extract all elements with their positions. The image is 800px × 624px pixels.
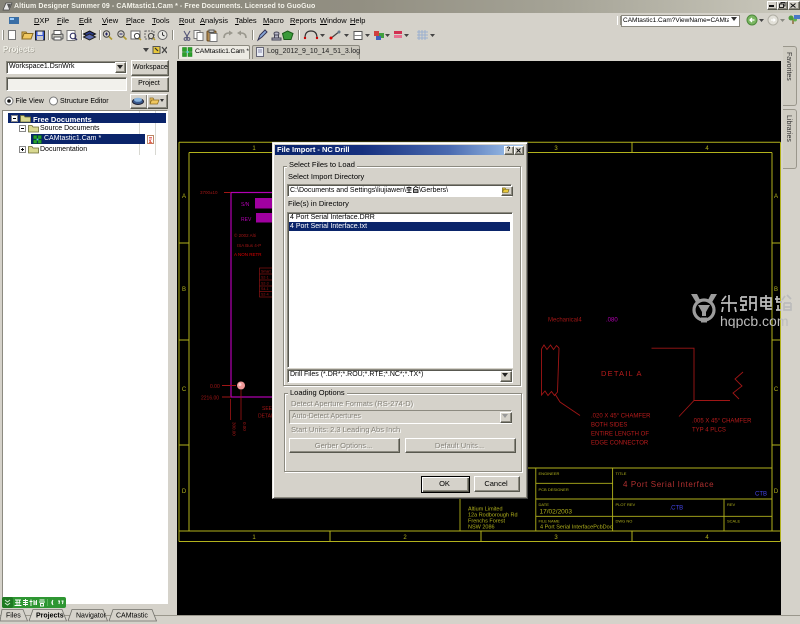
svg-text:4 Port Serial Interface: 4 Port Serial Interface: [623, 480, 714, 489]
svg-text:EDGE CONNECTOR: EDGE CONNECTOR: [591, 441, 649, 447]
svg-text:SCALE: SCALE: [727, 519, 740, 524]
svg-text:ISA Bus 4-P: ISA Bus 4-P: [237, 243, 261, 248]
svg-text:TITLE: TITLE: [616, 471, 627, 476]
svg-text:.080: .080: [606, 318, 618, 324]
svg-text:TYP 4 PLCS: TYP 4 PLCS: [692, 428, 726, 434]
svg-text:DATE: DATE: [539, 502, 550, 507]
svg-text:Files: Files: [6, 613, 21, 620]
svg-text:PLOT REV: PLOT REV: [616, 502, 636, 507]
svg-text:.005 X 45° CHAMFER: .005 X 45° CHAMFER: [692, 419, 752, 425]
svg-text:REV: REV: [241, 217, 252, 223]
svg-text:Smart: Smart: [261, 270, 271, 274]
svg-text:4 Port Serial InterfacePcbDoc: 4 Port Serial InterfacePcbDoc: [540, 525, 613, 531]
svg-text:DETAIL A: DETAIL A: [601, 369, 643, 378]
svg-text:0.00: 0.00: [242, 422, 247, 431]
svg-text:S2-4: S2-4: [261, 293, 269, 297]
svg-text:A: A: [774, 194, 778, 200]
svg-text:.CTB: .CTB: [670, 506, 684, 512]
svg-text:17/02/2003: 17/02/2003: [540, 509, 573, 516]
svg-text:.020 X 45° CHAMFER: .020 X 45° CHAMFER: [591, 414, 651, 420]
svg-text:DWG NO: DWG NO: [616, 519, 633, 524]
svg-text:2216.00: 2216.00: [201, 396, 219, 402]
svg-text:3700±10: 3700±10: [200, 190, 218, 195]
svg-text:S4-1: S4-1: [261, 287, 269, 291]
svg-text:A: A: [182, 194, 186, 200]
svg-text:ENGINEER: ENGINEER: [539, 471, 560, 476]
svg-text:300.00: 300.00: [232, 422, 237, 436]
svg-text:Mechanical4: Mechanical4: [548, 318, 582, 324]
svg-text:CAMtastic: CAMtastic: [116, 613, 148, 620]
svg-text:PCB DESIGNER: PCB DESIGNER: [539, 487, 569, 492]
svg-text:B: B: [182, 287, 186, 293]
svg-text:S/N: S/N: [241, 202, 250, 208]
svg-text:BOTH SIDES: BOTH SIDES: [591, 423, 627, 429]
svg-text:© 2002 Alti: © 2002 Alti: [234, 232, 256, 238]
svg-text:Projects: Projects: [36, 613, 64, 620]
svg-text:ENTIRE LENGTH OF: ENTIRE LENGTH OF: [591, 432, 649, 438]
svg-text:C: C: [182, 387, 187, 393]
svg-text:REV: REV: [727, 502, 736, 507]
svg-text:CTB: CTB: [755, 492, 767, 498]
svg-text:NSW 2086: NSW 2086: [468, 525, 495, 531]
svg-text:FILE NAME: FILE NAME: [539, 519, 560, 524]
svg-text:S2-3: S2-3: [261, 282, 269, 286]
svg-text:A NON RETR: A NON RETR: [234, 252, 262, 257]
svg-text:Navigator: Navigator: [76, 613, 107, 620]
svg-text:hqpcb.com: hqpcb.com: [720, 313, 788, 328]
svg-text:C: C: [774, 387, 779, 393]
svg-text:D: D: [774, 489, 779, 495]
svg-text:S2-1: S2-1: [261, 276, 269, 280]
svg-text:D: D: [182, 489, 187, 495]
svg-text:0.00: 0.00: [210, 384, 220, 390]
